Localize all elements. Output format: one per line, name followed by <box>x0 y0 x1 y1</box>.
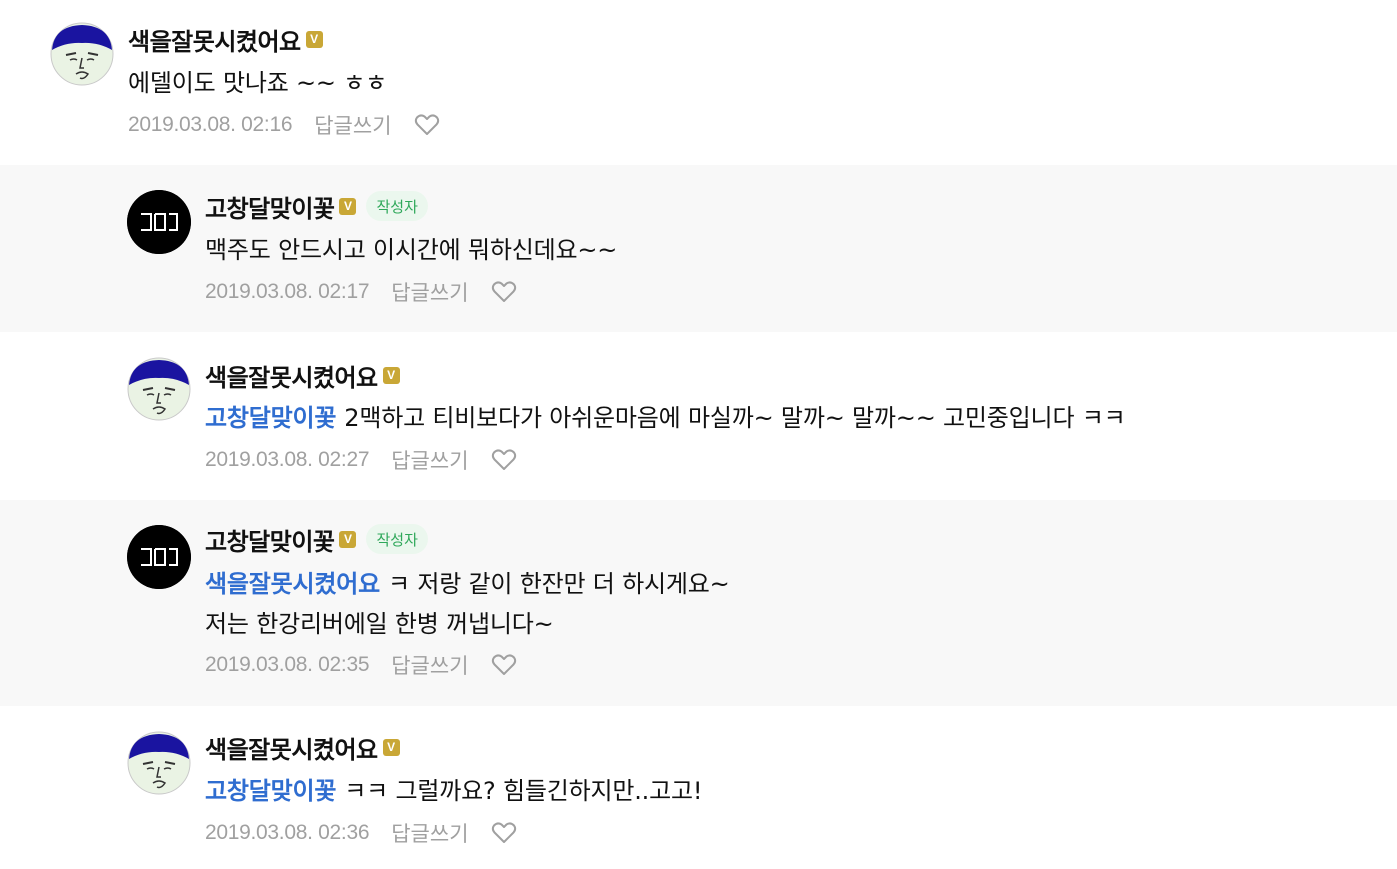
comment-text-line2: 저는 한강리버에일 한병 꺼냅니다~ <box>205 604 554 644</box>
mention-link[interactable]: 색을잘못시켰어요 <box>205 570 380 598</box>
reply-button[interactable]: 답글쓰기 <box>391 277 468 307</box>
nickname[interactable]: 색을잘못시켰어요 <box>205 358 378 393</box>
avatar[interactable] <box>50 22 114 86</box>
mention-link[interactable]: 고창달맞이꽃 <box>205 404 336 432</box>
comment-header: 색을잘못시켰어요 V <box>205 730 400 765</box>
face-avatar-icon <box>127 731 191 795</box>
comment-text: 맥주도 안드시고 이시간에 뭐하신데요~~ <box>205 230 617 270</box>
comment-body: 맥주도 안드시고 이시간에 뭐하신데요~~ <box>205 236 618 264</box>
verified-badge-icon: V <box>382 366 400 384</box>
comment-date: 2019.03.08. 02:17 <box>205 280 370 303</box>
comment-meta: 2019.03.08. 02:27 답글쓰기 <box>205 445 517 475</box>
reply-button[interactable]: 답글쓰기 <box>391 650 468 680</box>
author-tag: 작성자 <box>366 524 428 554</box>
comment-text: 고창달맞이꽃 ㅋㅋ 그럴까요? 힘들긴하지만..고고! <box>205 771 702 811</box>
nickname[interactable]: 고창달맞이꽃 <box>205 189 335 224</box>
brand-logo-icon <box>127 190 191 254</box>
comment-header: 고창달맞이꽃 V 작성자 <box>205 522 428 557</box>
face-avatar-icon <box>127 357 191 421</box>
verified-badge-icon: V <box>382 738 400 756</box>
comment-body: ㅋㅋ 그럴까요? 힘들긴하지만..고고! <box>344 777 703 805</box>
avatar[interactable] <box>127 357 191 421</box>
reply-button[interactable]: 답글쓰기 <box>391 445 468 475</box>
comment-date: 2019.03.08. 02:36 <box>205 821 370 844</box>
avatar[interactable] <box>127 731 191 795</box>
comment-date: 2019.03.08. 02:35 <box>205 653 370 676</box>
avatar[interactable] <box>127 525 191 589</box>
comment-date: 2019.03.08. 02:16 <box>128 113 293 136</box>
nickname[interactable]: 색을잘못시켰어요 <box>128 22 301 57</box>
nickname[interactable]: 고창달맞이꽃 <box>205 522 335 557</box>
heart-icon[interactable] <box>491 280 517 304</box>
comment-meta: 2019.03.08. 02:17 답글쓰기 <box>205 277 517 307</box>
comment-header: 고창달맞이꽃 V 작성자 <box>205 189 428 224</box>
nickname[interactable]: 색을잘못시켰어요 <box>205 730 378 765</box>
comment-item: 색을잘못시켰어요 V 고창달맞이꽃 ㅋㅋ 그럴까요? 힘들긴하지만..고고! 20… <box>0 706 1397 869</box>
comment-meta: 2019.03.08. 02:16 답글쓰기 <box>128 110 440 140</box>
heart-icon[interactable] <box>414 113 440 137</box>
comment-text: 색을잘못시켰어요 ㅋ 저랑 같이 한잔만 더 하시게요~ <box>205 564 730 604</box>
comment-text: 에델이도 맛나죠 ~~ ㅎㅎ <box>128 63 387 103</box>
comment-body: 에델이도 맛나죠 ~~ ㅎㅎ <box>128 69 388 97</box>
comment-text: 고창달맞이꽃 2맥하고 티비보다가 아쉬운마음에 마실까~ 말까~ 말까~~ 고민… <box>205 398 1126 438</box>
verified-badge-icon: V <box>339 197 357 215</box>
verified-badge-icon: V <box>339 530 357 548</box>
heart-icon[interactable] <box>491 653 517 677</box>
comment-body: 저는 한강리버에일 한병 꺼냅니다~ <box>205 610 554 638</box>
avatar[interactable] <box>127 190 191 254</box>
face-avatar-icon <box>50 22 114 86</box>
verified-badge-icon: V <box>305 30 323 48</box>
comment-item: 색을잘못시켰어요 V 고창달맞이꽃 2맥하고 티비보다가 아쉬운마음에 마실까~ … <box>0 332 1397 500</box>
comment-item: 색을잘못시켰어요 V 에델이도 맛나죠 ~~ ㅎㅎ 2019.03.08. 02… <box>0 0 1397 165</box>
comment-body: ㅋ 저랑 같이 한잔만 더 하시게요~ <box>388 570 730 598</box>
heart-icon[interactable] <box>491 448 517 472</box>
comment-header: 색을잘못시켰어요 V <box>128 22 323 57</box>
reply-button[interactable]: 답글쓰기 <box>391 818 468 848</box>
author-tag: 작성자 <box>366 191 428 221</box>
reply-button[interactable]: 답글쓰기 <box>314 110 391 140</box>
comment-body: 2맥하고 티비보다가 아쉬운마음에 마실까~ 말까~ 말까~~ 고민중입니다 ㅋ… <box>344 404 1126 432</box>
mention-link[interactable]: 고창달맞이꽃 <box>205 777 336 805</box>
comment-meta: 2019.03.08. 02:35 답글쓰기 <box>205 650 517 680</box>
comment-item: 고창달맞이꽃 V 작성자 맥주도 안드시고 이시간에 뭐하신데요~~ 2019.… <box>0 165 1397 332</box>
comment-meta: 2019.03.08. 02:36 답글쓰기 <box>205 818 517 848</box>
comment-header: 색을잘못시켰어요 V <box>205 358 400 393</box>
comment-item: 고창달맞이꽃 V 작성자 색을잘못시켰어요 ㅋ 저랑 같이 한잔만 더 하시게요~… <box>0 500 1397 706</box>
heart-icon[interactable] <box>491 821 517 845</box>
comment-date: 2019.03.08. 02:27 <box>205 448 370 471</box>
brand-logo-icon <box>127 525 191 589</box>
